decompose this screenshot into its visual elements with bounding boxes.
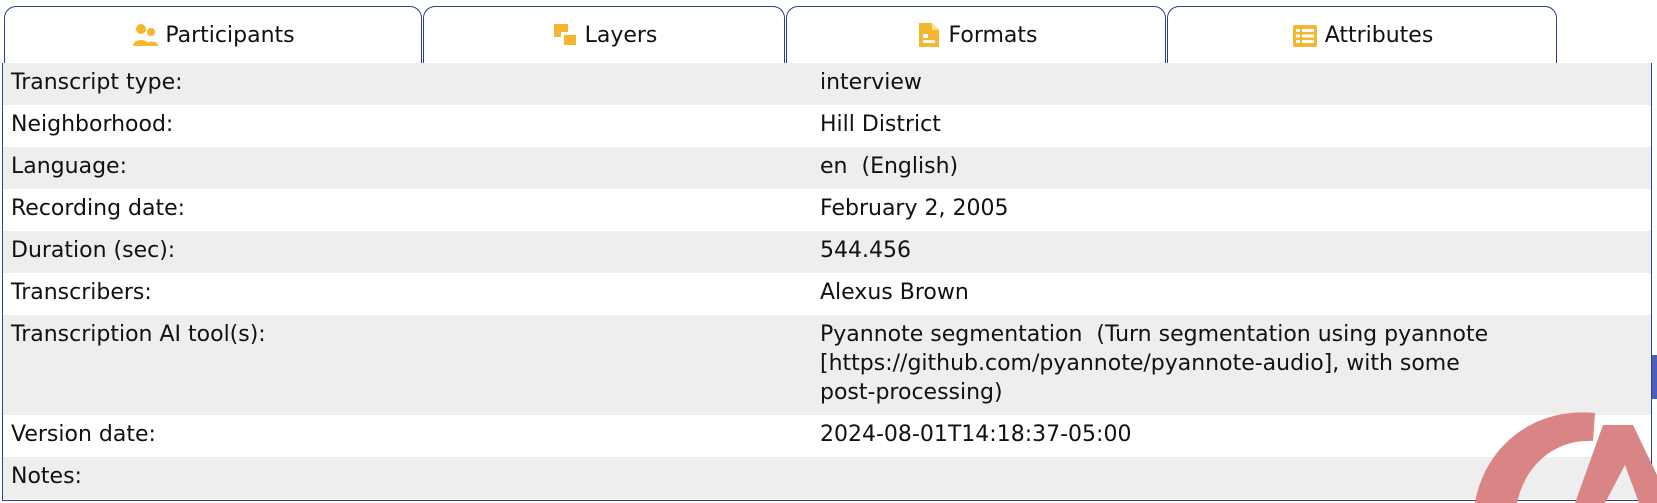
- ai-tool-name: Pyannote segmentation: [820, 322, 1083, 347]
- language-code: en: [820, 154, 848, 179]
- transcript-attributes-view: Participants Layers Formats Attributes T…: [0, 0, 1657, 503]
- attribute-value: en (English): [820, 147, 1492, 189]
- attribute-value: Hill District: [820, 112, 941, 137]
- layers-icon: [553, 24, 576, 45]
- language-name: (English): [861, 154, 959, 179]
- attribute-label: Language:: [11, 154, 127, 179]
- formats-icon: [918, 23, 939, 47]
- attribute-label: Notes:: [11, 464, 82, 489]
- attribute-label: Version date:: [11, 422, 156, 447]
- attribute-label: Transcript type:: [11, 70, 183, 95]
- attributes-icon: [1292, 24, 1317, 47]
- tab-label: Layers: [584, 22, 658, 48]
- attribute-row-language: Language: en (English): [3, 147, 1651, 189]
- attribute-label: Recording date:: [11, 196, 186, 221]
- scrollbar-edge[interactable]: [1652, 355, 1657, 399]
- attribute-row-neighborhood: Neighborhood: Hill District: [3, 105, 1651, 147]
- attribute-value: 544.456: [820, 238, 911, 263]
- attribute-label: Transcribers:: [11, 280, 152, 305]
- tab-bar: Participants Layers Formats Attributes: [4, 6, 1657, 64]
- logo-watermark-graphic: [1475, 412, 1657, 503]
- participants-icon: [133, 24, 159, 46]
- attribute-label: Transcription AI tool(s):: [11, 322, 266, 347]
- attribute-label: Neighborhood:: [11, 112, 174, 137]
- attribute-row-version-date: Version date: 2024-08-01T14:18:37-05:00: [3, 415, 1651, 457]
- tab-attributes[interactable]: Attributes: [1167, 6, 1557, 64]
- tab-layers[interactable]: Layers: [423, 6, 785, 63]
- tab-label: Formats: [948, 22, 1038, 48]
- attribute-row-transcribers: Transcribers: Alexus Brown: [3, 273, 1651, 315]
- tab-formats[interactable]: Formats: [786, 6, 1166, 63]
- tab-label: Participants: [165, 22, 295, 48]
- attribute-value: Alexus Brown: [820, 280, 969, 305]
- attribute-value: interview: [820, 70, 922, 95]
- attribute-row-duration: Duration (sec): 544.456: [3, 231, 1651, 273]
- attributes-panel: Transcript type: interview Neighborhood:…: [2, 63, 1652, 501]
- attribute-row-transcript-type: Transcript type: interview: [3, 63, 1651, 105]
- attribute-value: Pyannote segmentation (Turn segmentation …: [820, 315, 1492, 415]
- attribute-row-notes: Notes:: [3, 457, 1651, 499]
- attribute-value: 2024-08-01T14:18:37-05:00: [820, 422, 1132, 447]
- attribute-value: February 2, 2005: [820, 196, 1009, 221]
- attribute-row-recording-date: Recording date: February 2, 2005: [3, 189, 1651, 231]
- logo-watermark: [1475, 405, 1657, 503]
- attribute-label: Duration (sec):: [11, 238, 176, 263]
- attribute-row-transcription-ai-tools: Transcription AI tool(s): Pyannote segme…: [3, 315, 1651, 415]
- attribute-value: [820, 457, 1492, 499]
- tab-participants[interactable]: Participants: [4, 6, 422, 63]
- tab-label: Attributes: [1324, 23, 1434, 48]
